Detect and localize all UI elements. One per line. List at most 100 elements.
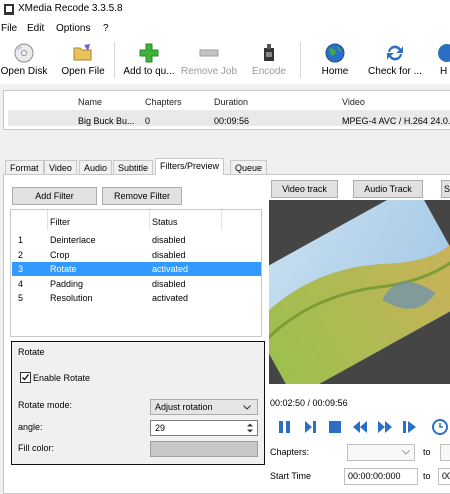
rotate-mode-select[interactable]: Adjust rotation bbox=[150, 399, 258, 415]
tab-video[interactable]: Video bbox=[44, 160, 77, 175]
angle-label: angle: bbox=[18, 422, 43, 432]
spin-arrows-icon[interactable] bbox=[246, 422, 254, 434]
video-preview bbox=[269, 200, 450, 384]
refresh-icon bbox=[387, 45, 403, 61]
rotate-mode-label: Rotate mode: bbox=[18, 400, 73, 410]
audio-track-button[interactable]: Audio Track bbox=[353, 180, 423, 198]
chevron-down-icon bbox=[402, 450, 410, 455]
step-forward-icon[interactable] bbox=[300, 418, 320, 436]
table-row[interactable]: 2 Crop disabled bbox=[12, 248, 261, 262]
menu-file[interactable]: File bbox=[1, 23, 17, 34]
minus-icon bbox=[199, 49, 219, 57]
tab-subtitle[interactable]: Subtitle bbox=[113, 160, 154, 175]
tab-audio[interactable]: Audio bbox=[79, 160, 113, 175]
menu-help[interactable]: ? bbox=[103, 23, 109, 34]
globe-icon bbox=[325, 43, 345, 63]
stop-icon[interactable] bbox=[325, 418, 345, 436]
next-frame-icon[interactable] bbox=[400, 418, 420, 436]
remove-job-label: Remove Job bbox=[180, 66, 238, 77]
playback-time: 00:02:50 / 00:09:56 bbox=[270, 398, 348, 408]
start-time-input[interactable]: 00:00:00:000 bbox=[344, 468, 418, 485]
fill-color-label: Fill color: bbox=[18, 443, 55, 453]
table-row-selected[interactable]: 3 Rotate activated bbox=[12, 262, 261, 276]
subtitle-track-button[interactable]: S bbox=[441, 180, 450, 198]
clock-icon[interactable] bbox=[430, 418, 450, 436]
disc-icon bbox=[14, 43, 34, 63]
filter-name: Rotate bbox=[50, 264, 77, 274]
table-row[interactable]: 1 Deinterlace disabled bbox=[12, 233, 261, 247]
add-to-queue-label: Add to qu... bbox=[123, 66, 175, 77]
column-divider bbox=[47, 210, 48, 230]
filter-status: activated bbox=[152, 293, 189, 303]
help-button[interactable]: H bbox=[436, 36, 450, 84]
tab-queue[interactable]: Queue bbox=[230, 160, 268, 175]
tab-filters-preview[interactable]: Filters/Preview bbox=[155, 158, 225, 175]
help-icon bbox=[438, 44, 450, 62]
file-chapters: 0 bbox=[145, 116, 151, 126]
rewind-icon[interactable] bbox=[350, 418, 370, 436]
chevron-down-icon bbox=[243, 405, 251, 410]
encode-icon bbox=[264, 44, 274, 61]
end-time-value: 00 bbox=[442, 471, 450, 481]
rotate-settings-group: Rotate Enable Rotate Rotate mode: Adjust… bbox=[11, 341, 265, 465]
column-header-status[interactable]: Status bbox=[152, 217, 178, 227]
toolbar: Open Disk Open File Add to qu... Remove … bbox=[0, 36, 450, 84]
remove-filter-button[interactable]: Remove Filter bbox=[102, 187, 182, 205]
group-title: Rotate bbox=[18, 347, 45, 357]
check-icon bbox=[22, 374, 30, 381]
open-disk-button[interactable]: Open Disk bbox=[0, 36, 48, 84]
encode-button[interactable]: Encode bbox=[247, 36, 291, 84]
filter-table: Filter Status 1 Deinterlace disabled 2 C… bbox=[10, 209, 262, 337]
filter-name: Crop bbox=[50, 250, 70, 260]
home-button[interactable]: Home bbox=[312, 36, 358, 84]
column-header-filter[interactable]: Filter bbox=[50, 217, 70, 227]
rotate-mode-value: Adjust rotation bbox=[155, 402, 213, 412]
table-row[interactable]: 5 Resolution activated bbox=[12, 291, 261, 305]
column-header-duration[interactable]: Duration bbox=[214, 97, 248, 107]
row-number: 2 bbox=[18, 250, 24, 260]
add-filter-button[interactable]: Add Filter bbox=[12, 187, 97, 205]
row-number: 4 bbox=[18, 279, 24, 289]
open-file-button[interactable]: Open File bbox=[58, 36, 108, 84]
start-time-label: Start Time bbox=[270, 471, 312, 481]
column-divider bbox=[149, 210, 150, 230]
file-duration: 00:09:56 bbox=[214, 116, 250, 126]
enable-rotate-checkbox[interactable] bbox=[20, 372, 31, 383]
filter-status: activated bbox=[152, 264, 189, 274]
preview-frame-image bbox=[269, 200, 450, 384]
menu-edit[interactable]: Edit bbox=[27, 23, 44, 34]
chapter-end-select[interactable] bbox=[440, 444, 450, 461]
check-for-updates-button[interactable]: Check for ... bbox=[364, 36, 426, 84]
tab-format[interactable]: Format bbox=[5, 160, 44, 175]
open-file-label: Open File bbox=[61, 66, 105, 77]
app-icon bbox=[4, 4, 14, 15]
enable-rotate-label[interactable]: Enable Rotate bbox=[33, 373, 90, 383]
column-header-chapters[interactable]: Chapters bbox=[145, 97, 182, 107]
window-title: XMedia Recode 3.3.5.8 bbox=[18, 3, 123, 14]
fill-color-swatch[interactable] bbox=[150, 441, 258, 457]
table-row[interactable]: 4 Padding disabled bbox=[12, 277, 261, 291]
encode-label: Encode bbox=[252, 66, 286, 77]
column-header-video[interactable]: Video bbox=[342, 97, 365, 107]
folder-icon bbox=[73, 44, 92, 61]
column-header-name[interactable]: Name bbox=[78, 97, 102, 107]
video-track-button[interactable]: Video track bbox=[271, 180, 338, 198]
check-for-label: Check for ... bbox=[368, 66, 422, 77]
filter-status: disabled bbox=[152, 235, 186, 245]
chapter-start-select[interactable] bbox=[347, 444, 415, 461]
help-label: H bbox=[440, 66, 448, 77]
add-to-queue-button[interactable]: Add to qu... bbox=[120, 36, 178, 84]
menu-options[interactable]: Options bbox=[56, 23, 90, 34]
filter-name: Deinterlace bbox=[50, 235, 96, 245]
title-bar: XMedia Recode 3.3.5.8 bbox=[0, 0, 450, 20]
to-label: to bbox=[423, 447, 431, 457]
end-time-input[interactable]: 00 bbox=[438, 468, 450, 485]
filter-status: disabled bbox=[152, 279, 186, 289]
remove-job-button[interactable]: Remove Job bbox=[180, 36, 238, 84]
row-number: 3 bbox=[18, 264, 24, 274]
chapters-label: Chapters: bbox=[270, 447, 310, 457]
home-label: Home bbox=[321, 66, 349, 77]
angle-spinbox[interactable]: 29 bbox=[150, 420, 258, 436]
fast-forward-icon[interactable] bbox=[375, 418, 395, 436]
pause-icon[interactable] bbox=[275, 418, 295, 436]
